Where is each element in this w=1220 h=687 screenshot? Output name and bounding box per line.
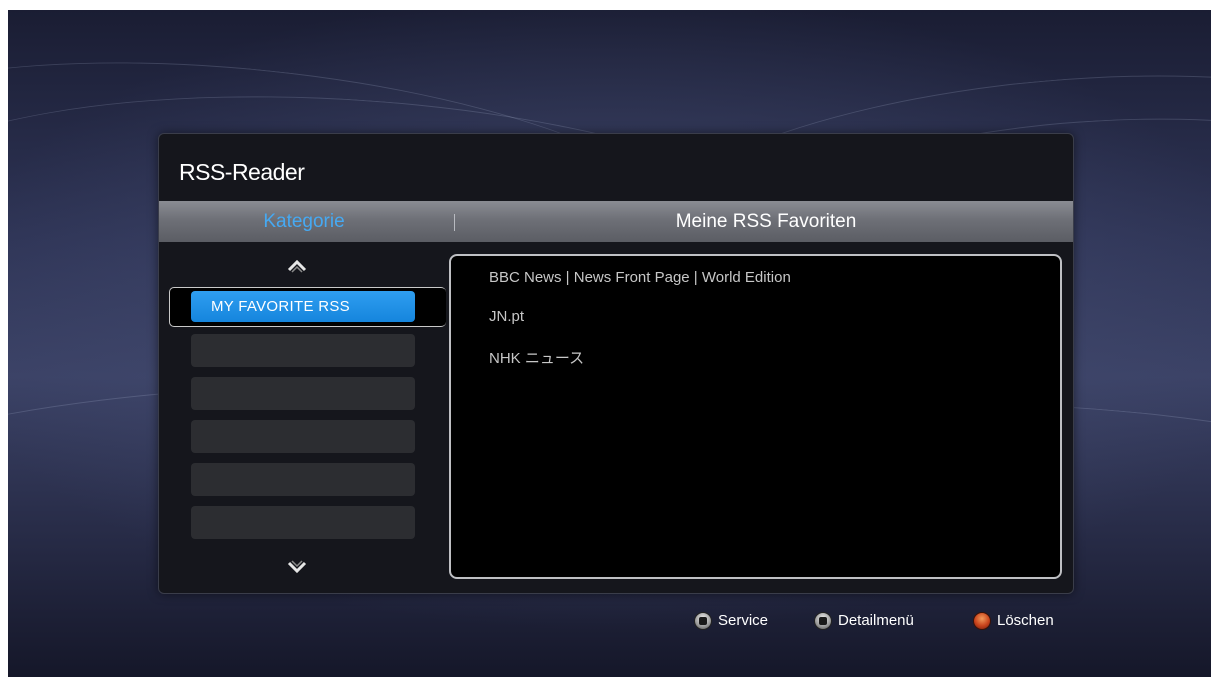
category-item-empty[interactable]: [191, 377, 415, 410]
rss-reader-panel: RSS-Reader Kategorie Meine RSS Favoriten…: [158, 133, 1074, 594]
feed-list: BBC News | News Front Page | World Editi…: [449, 254, 1062, 579]
category-item-empty[interactable]: [191, 506, 415, 539]
chevron-up-icon[interactable]: [284, 258, 310, 274]
stop-button-icon: [694, 612, 712, 630]
tab-favorites[interactable]: Meine RSS Favoriten: [459, 201, 1073, 242]
menu-button-icon: [814, 612, 832, 630]
category-item-empty[interactable]: [191, 334, 415, 367]
footer-hints: Service Detailmenü Löschen: [8, 606, 1211, 636]
category-item-empty[interactable]: [191, 420, 415, 453]
feed-item[interactable]: JN.pt: [489, 308, 524, 325]
detailmenu-label: Detailmenü: [838, 612, 914, 629]
header-bar: Kategorie Meine RSS Favoriten: [159, 201, 1073, 242]
service-label: Service: [718, 612, 769, 629]
feed-item[interactable]: BBC News | News Front Page | World Editi…: [489, 269, 791, 286]
tv-screen: RSS-Reader Kategorie Meine RSS Favoriten…: [8, 10, 1211, 677]
chevron-down-icon[interactable]: [284, 559, 310, 575]
app-title: RSS-Reader: [179, 159, 305, 185]
tab-category[interactable]: Kategorie: [159, 201, 449, 242]
delete-label: Löschen: [997, 612, 1054, 629]
category-item-empty[interactable]: [191, 463, 415, 496]
red-button-icon: [973, 612, 991, 630]
header-divider: [454, 214, 455, 231]
feed-item[interactable]: NHK ニュース: [489, 347, 584, 368]
category-item-selected[interactable]: MY FAVORITE RSS: [191, 291, 415, 322]
